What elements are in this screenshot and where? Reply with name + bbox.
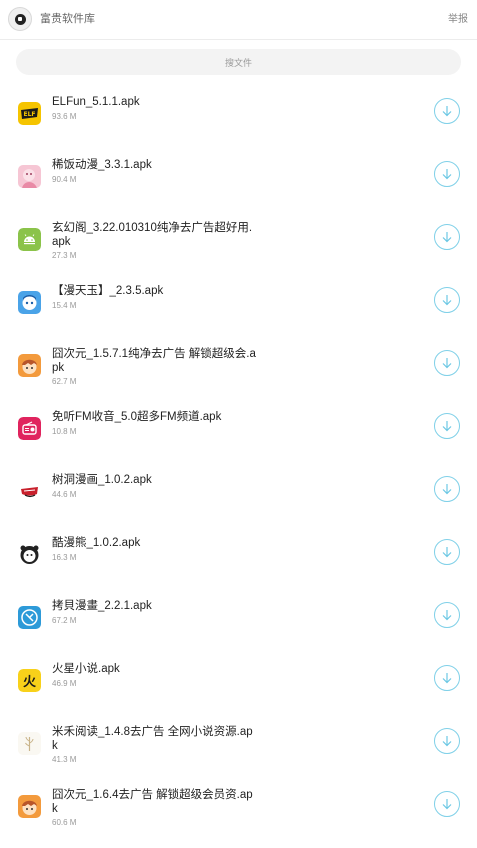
android-app-icon bbox=[18, 228, 41, 251]
file-size: 44.6 M bbox=[52, 489, 77, 499]
file-list: ELF ELFun_5.1.1.apk 93.6 M 稀饭动漫_3.3.1.apk 90… bbox=[0, 82, 477, 838]
download-arrow-icon bbox=[440, 167, 454, 181]
file-size: 60.6 M bbox=[52, 818, 77, 827]
file-name[interactable]: 免听FM收音_5.0超多FM频道.apk bbox=[52, 411, 257, 425]
svg-text:火: 火 bbox=[23, 675, 37, 690]
list-item[interactable]: ELF ELFun_5.1.1.apk 93.6 M bbox=[0, 82, 477, 145]
list-item[interactable]: 囧次元_1.5.7.1纯净去广告 解锁超级会.apk 62.7 M bbox=[0, 334, 477, 397]
file-info: 囧次元_1.5.7.1纯净去广告 解锁超级会.apk 62.7 M bbox=[52, 348, 257, 387]
file-info: 稀饭动漫_3.3.1.apk 90.4 M bbox=[52, 159, 257, 185]
list-item[interactable]: 稀饭动漫_3.3.1.apk 90.4 M bbox=[0, 145, 477, 208]
download-arrow-icon bbox=[440, 293, 454, 307]
download-button[interactable] bbox=[434, 413, 460, 439]
mantianyu-app-icon bbox=[18, 291, 41, 314]
list-item[interactable]: 免听FM收音_5.0超多FM频道.apk 10.8 M bbox=[0, 397, 477, 460]
download-button[interactable] bbox=[434, 728, 460, 754]
download-arrow-icon bbox=[440, 356, 454, 370]
download-arrow-icon bbox=[440, 230, 454, 244]
mars-novel-app-icon: 火 bbox=[18, 669, 41, 692]
app-header: 富贵软件库 举报 bbox=[0, 0, 477, 40]
file-name[interactable]: 囧次元_1.5.7.1纯净去广告 解锁超级会.apk bbox=[52, 348, 257, 375]
file-info: 米禾阅读_1.4.8去广告 全网小说资源.apk 41.3 M bbox=[52, 726, 257, 765]
file-name[interactable]: 树洞漫画_1.0.2.apk bbox=[52, 474, 257, 488]
radio-app-icon bbox=[18, 417, 41, 440]
logo-icon bbox=[14, 13, 26, 25]
file-info: 拷貝漫畫_2.2.1.apk 67.2 M bbox=[52, 600, 257, 626]
list-item[interactable]: 酷漫熊_1.0.2.apk 16.3 M bbox=[0, 523, 477, 586]
kumanxiong-app-icon bbox=[18, 543, 41, 566]
jiongciyuan-app-icon bbox=[18, 354, 41, 377]
download-arrow-icon bbox=[440, 482, 454, 496]
file-info: 树洞漫画_1.0.2.apk 44.6 M bbox=[52, 474, 257, 500]
download-arrow-icon bbox=[440, 419, 454, 433]
file-info: 玄幻阁_3.22.010310纯净去广告超好用.apk 27.3 M bbox=[52, 222, 257, 261]
list-item[interactable]: 树洞漫画_1.0.2.apk 44.6 M bbox=[0, 460, 477, 523]
file-name[interactable]: 米禾阅读_1.4.8去广告 全网小说资源.apk bbox=[52, 726, 257, 753]
file-size: 15.4 M bbox=[52, 300, 77, 310]
page-title: 富贵软件库 bbox=[40, 13, 95, 25]
file-name[interactable]: 稀饭动漫_3.3.1.apk bbox=[52, 159, 257, 173]
file-size: 67.2 M bbox=[52, 615, 77, 625]
file-size: 90.4 M bbox=[52, 174, 77, 184]
download-arrow-icon bbox=[440, 797, 454, 811]
download-button[interactable] bbox=[434, 350, 460, 376]
file-size: 10.8 M bbox=[52, 426, 77, 436]
file-info: 【漫天玉】_2.3.5.apk 15.4 M bbox=[52, 285, 257, 311]
download-arrow-icon bbox=[440, 671, 454, 685]
report-link[interactable]: 举报 bbox=[448, 13, 468, 27]
file-name[interactable]: 拷貝漫畫_2.2.1.apk bbox=[52, 600, 257, 614]
file-info: 囧次元_1.6.4去广告 解锁超级会员资.apk 60.6 M bbox=[52, 789, 257, 828]
elfun-app-icon: ELF bbox=[18, 102, 41, 125]
file-size: 41.3 M bbox=[52, 755, 77, 764]
download-arrow-icon bbox=[440, 104, 454, 118]
file-name[interactable]: 酷漫熊_1.0.2.apk bbox=[52, 537, 257, 551]
file-info: 免听FM收音_5.0超多FM频道.apk 10.8 M bbox=[52, 411, 257, 437]
file-name[interactable]: 火星小说.apk bbox=[52, 663, 257, 677]
file-info: 火星小说.apk 46.9 M bbox=[52, 663, 257, 689]
search-input[interactable]: 搜文件 bbox=[16, 49, 461, 75]
download-button[interactable] bbox=[434, 98, 460, 124]
file-size: 46.9 M bbox=[52, 678, 77, 688]
list-item[interactable]: 玄幻阁_3.22.010310纯净去广告超好用.apk 27.3 M bbox=[0, 208, 477, 271]
download-button[interactable] bbox=[434, 539, 460, 565]
svg-text:ELF: ELF bbox=[23, 111, 35, 118]
list-item[interactable]: 米禾阅读_1.4.8去广告 全网小说资源.apk 41.3 M bbox=[0, 712, 477, 775]
file-size: 27.3 M bbox=[52, 251, 77, 260]
file-name[interactable]: 【漫天玉】_2.3.5.apk bbox=[52, 285, 257, 299]
file-name[interactable]: 囧次元_1.6.4去广告 解锁超级会员资.apk bbox=[52, 789, 257, 816]
download-arrow-icon bbox=[440, 545, 454, 559]
mihe-reading-app-icon bbox=[18, 732, 41, 755]
download-button[interactable] bbox=[434, 476, 460, 502]
download-button[interactable] bbox=[434, 161, 460, 187]
download-arrow-icon bbox=[440, 608, 454, 622]
file-size: 16.3 M bbox=[52, 552, 77, 562]
download-button[interactable] bbox=[434, 287, 460, 313]
list-item[interactable]: 囧次元_1.6.4去广告 解锁超级会员资.apk 60.6 M bbox=[0, 775, 477, 838]
file-size: 93.6 M bbox=[52, 111, 77, 121]
file-size: 62.7 M bbox=[52, 377, 77, 386]
download-button[interactable] bbox=[434, 665, 460, 691]
list-item[interactable]: 火火星小说.apk 46.9 M bbox=[0, 649, 477, 712]
download-button[interactable] bbox=[434, 602, 460, 628]
file-info: ELFun_5.1.1.apk 93.6 M bbox=[52, 96, 257, 122]
list-item[interactable]: 【漫天玉】_2.3.5.apk 15.4 M bbox=[0, 271, 477, 334]
kaobei-comic-app-icon bbox=[18, 606, 41, 629]
download-arrow-icon bbox=[440, 734, 454, 748]
file-name[interactable]: 玄幻阁_3.22.010310纯净去广告超好用.apk bbox=[52, 222, 257, 249]
xifan-anime-app-icon bbox=[18, 165, 41, 188]
avatar[interactable] bbox=[8, 7, 32, 31]
download-button[interactable] bbox=[434, 224, 460, 250]
shudong-comic-app-icon bbox=[18, 480, 41, 503]
list-item[interactable]: 拷貝漫畫_2.2.1.apk 67.2 M bbox=[0, 586, 477, 649]
file-name[interactable]: ELFun_5.1.1.apk bbox=[52, 96, 257, 110]
file-info: 酷漫熊_1.0.2.apk 16.3 M bbox=[52, 537, 257, 563]
jiongciyuan-app-icon bbox=[18, 795, 41, 818]
download-button[interactable] bbox=[434, 791, 460, 817]
